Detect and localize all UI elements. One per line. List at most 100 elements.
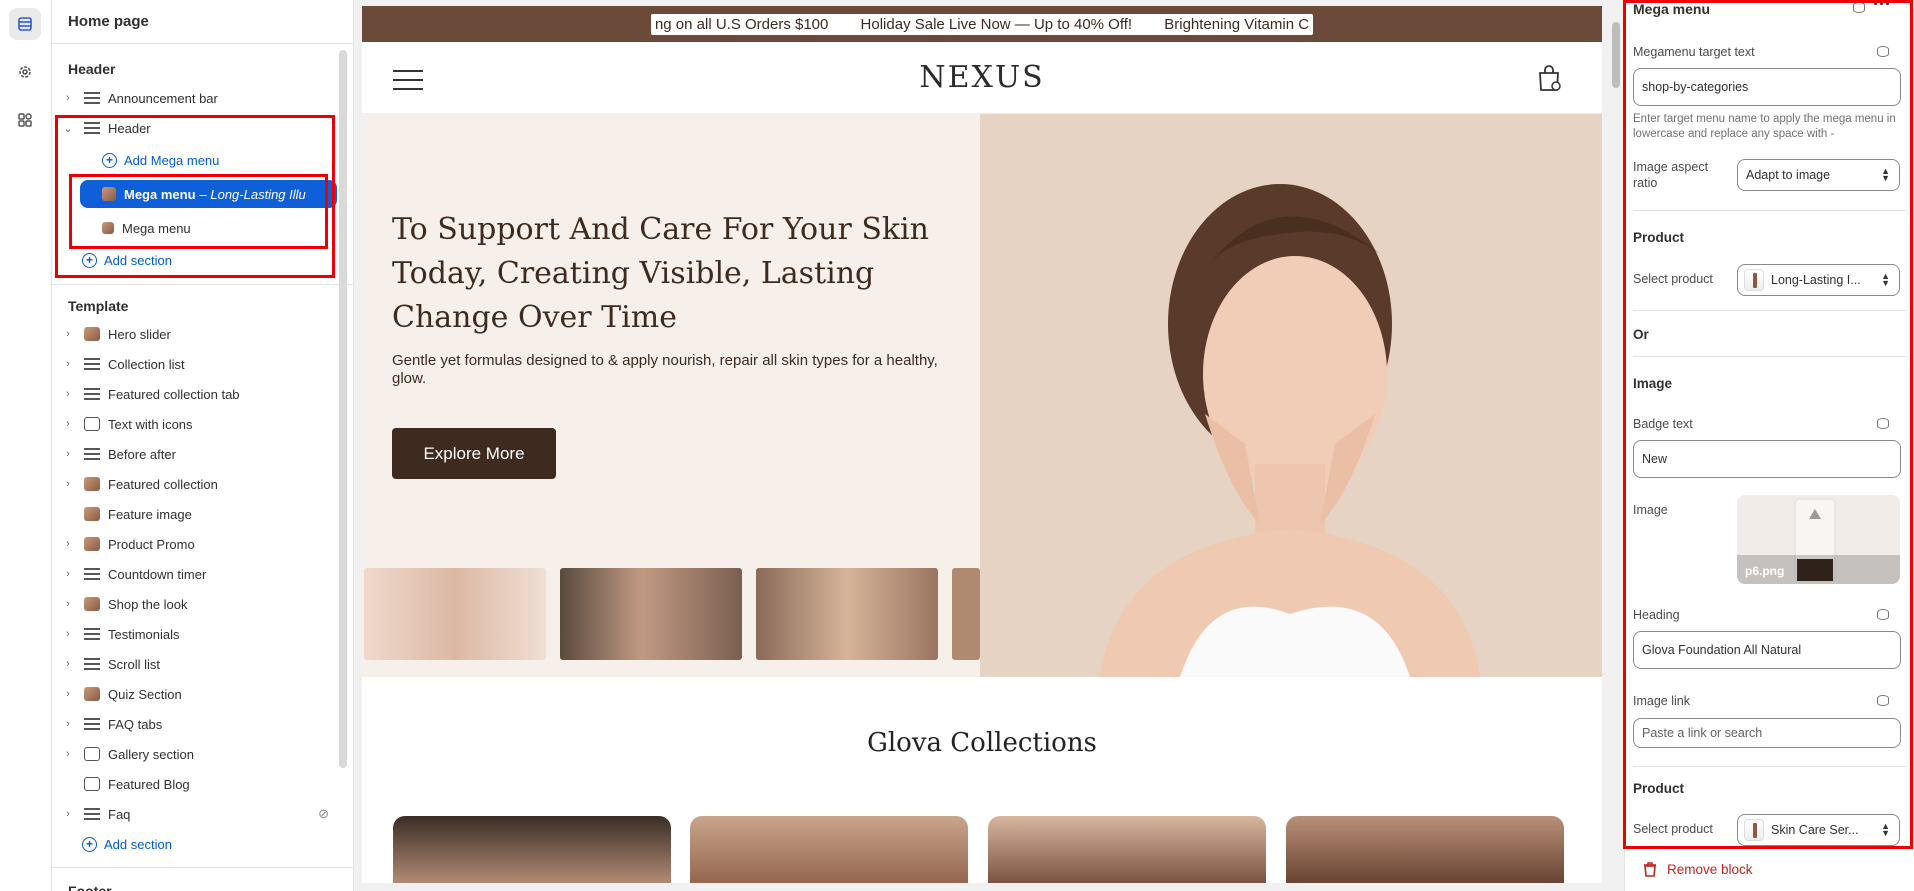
collection-card[interactable] bbox=[393, 816, 671, 883]
page-title: Home page bbox=[52, 0, 353, 44]
collections-title: Glova Collections bbox=[867, 728, 1097, 758]
sidebar-scrollbar[interactable] bbox=[339, 50, 347, 768]
site-logo[interactable]: NEXUS bbox=[362, 60, 1602, 95]
sidebar-item-label: Hero slider bbox=[108, 326, 171, 342]
sidebar-item-header[interactable]: ⌄ Header bbox=[58, 114, 329, 142]
collection-card[interactable] bbox=[1286, 816, 1564, 883]
sidebar-item-featured-collection[interactable]: › Featured collection bbox=[58, 470, 329, 498]
chevron-right-icon[interactable]: › bbox=[58, 808, 78, 820]
chevron-right-icon[interactable]: › bbox=[58, 658, 78, 670]
product-thumb-icon bbox=[102, 187, 116, 201]
hero-text-area: To Support And Care For Your Skin Today,… bbox=[362, 114, 980, 677]
sidebar-item-label: Featured collection tab bbox=[108, 386, 240, 402]
preview-scrollbar[interactable] bbox=[1610, 8, 1622, 883]
chevron-right-icon[interactable]: › bbox=[58, 478, 78, 490]
chevron-right-icon[interactable]: › bbox=[58, 568, 78, 580]
cart-bag-icon[interactable] bbox=[1536, 64, 1562, 95]
block-label: Mega menu bbox=[124, 186, 196, 202]
image-thumb-icon bbox=[84, 477, 100, 491]
image-thumb-icon bbox=[84, 537, 100, 551]
sidebar-item-shop-the-look[interactable]: › Shop the look bbox=[58, 590, 329, 618]
sidebar-item-label: Before after bbox=[108, 446, 176, 462]
chevron-right-icon[interactable]: › bbox=[58, 688, 78, 700]
sidebar-item-gallery-section[interactable]: › Gallery section bbox=[58, 740, 329, 768]
sidebar-item-faq-tabs[interactable]: › FAQ tabs bbox=[58, 710, 329, 738]
chevron-right-icon[interactable]: › bbox=[58, 628, 78, 640]
sidebar-item-label: Quiz Section bbox=[108, 686, 182, 702]
preview-canvas: ng on all U.S Orders $100 Holiday Sale L… bbox=[354, 0, 1624, 891]
sidebar-item-quiz-section[interactable]: › Quiz Section bbox=[58, 680, 329, 708]
chevron-right-icon[interactable]: › bbox=[58, 418, 78, 430]
apps-icon[interactable] bbox=[9, 104, 41, 136]
sidebar-item-scroll-list[interactable]: › Scroll list bbox=[58, 650, 329, 678]
section-icon bbox=[84, 358, 100, 370]
section-icon bbox=[84, 122, 100, 134]
sidebar-item-label: Scroll list bbox=[108, 656, 161, 672]
sidebar-item-label: FAQ tabs bbox=[108, 716, 163, 732]
plus-circle-icon: + bbox=[102, 152, 117, 168]
chevron-right-icon[interactable]: › bbox=[58, 358, 78, 370]
hero-thumbnail[interactable] bbox=[364, 568, 546, 660]
sidebar-item-label: Countdown timer bbox=[108, 566, 207, 582]
settings-icon[interactable] bbox=[9, 56, 41, 88]
sidebar-item-label: Gallery section bbox=[108, 746, 194, 762]
sidebar-item-hero-slider[interactable]: › Hero slider bbox=[58, 320, 329, 348]
sidebar-item-faq[interactable]: › Faq ⊘ bbox=[58, 800, 329, 828]
section-icon bbox=[84, 808, 100, 820]
sidebar-item-label: Featured Blog bbox=[108, 776, 190, 792]
chevron-right-icon[interactable]: › bbox=[58, 598, 78, 610]
sidebar-item-label: Feature image bbox=[108, 506, 192, 522]
section-icon bbox=[84, 568, 100, 580]
sidebar-item-featured-blog[interactable]: Featured Blog bbox=[58, 770, 329, 798]
block-mega-menu[interactable]: Mega menu bbox=[80, 214, 329, 242]
collection-card[interactable] bbox=[988, 816, 1266, 883]
image-thumb-icon bbox=[84, 327, 100, 341]
sidebar-item-product-promo[interactable]: › Product Promo bbox=[58, 530, 329, 558]
sidebar-item-label: Product Promo bbox=[108, 536, 195, 552]
sidebar-item-label: Announcement bar bbox=[108, 90, 218, 106]
block-label: Mega menu bbox=[122, 220, 191, 236]
collection-card[interactable] bbox=[690, 816, 968, 883]
sidebar-item-before-after[interactable]: › Before after bbox=[58, 440, 329, 468]
add-section-button-template[interactable]: + Add section bbox=[82, 830, 329, 858]
group-template-title: Template bbox=[68, 298, 129, 314]
add-mega-menu-button[interactable]: + Add Mega menu bbox=[102, 146, 329, 174]
chevron-right-icon[interactable]: › bbox=[58, 538, 78, 550]
sidebar-item-label: Header bbox=[108, 120, 151, 136]
section-icon bbox=[84, 718, 100, 730]
sidebar-item-feature-image[interactable]: Feature image bbox=[58, 500, 329, 528]
sections-icon[interactable] bbox=[9, 8, 41, 40]
image-thumb-icon bbox=[84, 507, 100, 521]
chevron-right-icon[interactable]: › bbox=[58, 448, 78, 460]
storefront-preview: ng on all U.S Orders $100 Holiday Sale L… bbox=[362, 6, 1602, 883]
hero-thumbnail[interactable] bbox=[756, 568, 938, 660]
announcement-text: ng on all U.S Orders $100 bbox=[654, 15, 829, 33]
chevron-right-icon[interactable]: › bbox=[58, 388, 78, 400]
block-suffix: – Long-Lasting Illu bbox=[199, 186, 306, 202]
chevron-right-icon[interactable]: › bbox=[58, 748, 78, 760]
chevron-right-icon[interactable]: › bbox=[58, 328, 78, 340]
chevron-right-icon[interactable]: › bbox=[58, 92, 78, 104]
announcement-bar[interactable]: ng on all U.S Orders $100 Holiday Sale L… bbox=[362, 6, 1602, 42]
hidden-eye-icon[interactable]: ⊘ bbox=[318, 806, 329, 822]
sidebar-item-announcement-bar[interactable]: › Announcement bar bbox=[58, 84, 329, 112]
hero-image bbox=[980, 114, 1602, 677]
hero-thumbnail[interactable] bbox=[952, 568, 980, 660]
announcement-text: Brightening Vitamin C bbox=[1164, 15, 1310, 33]
explore-more-button[interactable]: Explore More bbox=[392, 428, 556, 479]
sidebar-item-label: Shop the look bbox=[108, 596, 188, 612]
add-section-button-header[interactable]: + Add section bbox=[82, 246, 329, 274]
block-mega-menu-selected[interactable]: Mega menu – Long-Lasting Illu bbox=[80, 180, 337, 208]
sidebar-item-label: Featured collection bbox=[108, 476, 218, 492]
remove-block-button[interactable]: Remove block bbox=[1643, 862, 1753, 877]
chevron-down-icon[interactable]: ⌄ bbox=[58, 122, 78, 135]
chevron-right-icon[interactable]: › bbox=[58, 718, 78, 730]
sidebar-item-testimonials[interactable]: › Testimonials bbox=[58, 620, 329, 648]
sidebar-item-text-with-icons[interactable]: › Text with icons bbox=[58, 410, 329, 438]
sidebar-item-countdown-timer[interactable]: › Countdown timer bbox=[58, 560, 329, 588]
sidebar-item-featured-collection-tab[interactable]: › Featured collection tab bbox=[58, 380, 329, 408]
group-footer-title: Footer bbox=[68, 883, 112, 891]
sidebar-item-collection-list[interactable]: › Collection list bbox=[58, 350, 329, 378]
hero-thumbnail[interactable] bbox=[560, 568, 742, 660]
section-icon bbox=[84, 448, 100, 460]
